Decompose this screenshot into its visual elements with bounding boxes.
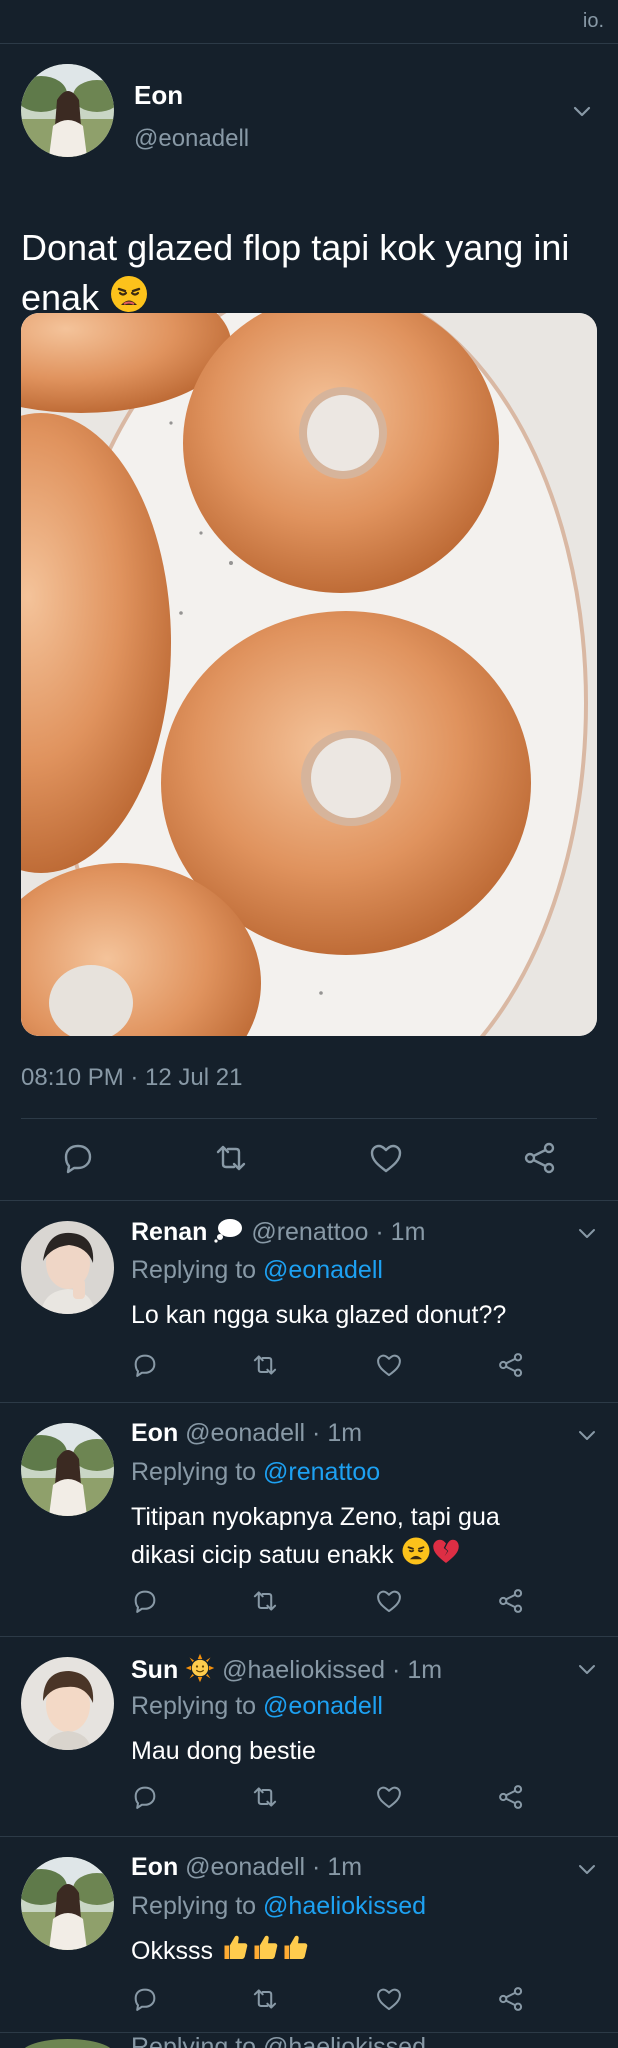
replying-to-line: Replying to @eonadell bbox=[131, 1256, 383, 1285]
reply-icon[interactable] bbox=[131, 1351, 159, 1379]
author-handle[interactable]: @eonadell bbox=[134, 125, 249, 153]
reply-avatar[interactable] bbox=[21, 1423, 114, 1516]
reply-actions bbox=[131, 1587, 597, 1621]
main-tweet-header: Eon @eonadell bbox=[21, 44, 597, 194]
reply-avatar bbox=[21, 2039, 114, 2048]
reply-text: Titipan nyokapnya Zeno, tapi gua dikasi … bbox=[131, 1498, 571, 1577]
main-tweet: Eon @eonadell Donat glazed flop tapi kok… bbox=[0, 44, 618, 318]
reply-author-handle[interactable]: @eonadell bbox=[185, 1419, 305, 1447]
next-reply-peek-text: Replying to @haeliokissed bbox=[131, 2033, 426, 2048]
reply-options-chevron-down-icon[interactable] bbox=[577, 1425, 597, 1445]
replying-to-prefix: Replying to bbox=[131, 1458, 264, 1486]
replying-to-line: Replying to @haeliokissed bbox=[131, 1892, 426, 1921]
glazed-donuts-image bbox=[21, 313, 597, 1036]
share-icon[interactable] bbox=[497, 1351, 525, 1379]
reply-text: Okksss bbox=[131, 1932, 571, 1973]
like-heart-icon[interactable] bbox=[375, 1985, 403, 2013]
reply-author-name[interactable]: Renan bbox=[131, 1218, 207, 1246]
tweet-photo[interactable] bbox=[21, 313, 597, 1036]
share-icon[interactable] bbox=[522, 1140, 558, 1176]
retweet-icon[interactable] bbox=[251, 1985, 279, 2013]
reply-tweet[interactable]: Eon @eonadell · 1m Replying to @haelioki… bbox=[0, 1836, 618, 2032]
like-heart-icon[interactable] bbox=[368, 1140, 404, 1176]
reply-icon[interactable] bbox=[131, 1783, 159, 1811]
reply-time: · 1m bbox=[312, 1419, 363, 1447]
reply-icon[interactable] bbox=[60, 1140, 96, 1176]
reply-tweet[interactable]: Sun @haeliokissed · 1m Replying to @eona… bbox=[0, 1636, 618, 1836]
share-icon[interactable] bbox=[497, 1587, 525, 1615]
reply-tweet[interactable]: Eon @eonadell · 1m Replying to @renattoo… bbox=[0, 1402, 618, 1636]
reply-text-line: Titipan nyokapnya Zeno, tapi gua bbox=[131, 1503, 500, 1531]
reply-actions bbox=[131, 1783, 597, 1817]
reply-author-name[interactable]: Sun bbox=[131, 1656, 178, 1684]
like-heart-icon[interactable] bbox=[375, 1587, 403, 1615]
author-avatar[interactable] bbox=[21, 64, 114, 157]
retweet-icon[interactable] bbox=[251, 1587, 279, 1615]
replying-to-prefix: Replying to bbox=[131, 1256, 264, 1284]
reply-text: Lo kan ngga suka glazed donut?? bbox=[131, 1301, 507, 1329]
reply-options-chevron-down-icon[interactable] bbox=[577, 1659, 597, 1679]
reply-icon[interactable] bbox=[131, 1587, 159, 1615]
thumbs-up-emoji-icon bbox=[220, 1932, 250, 1973]
reply-time: · 1m bbox=[312, 1853, 363, 1881]
replying-to-mention[interactable]: @renattoo bbox=[263, 1458, 380, 1486]
reply-time: · 1m bbox=[392, 1656, 443, 1685]
retweet-icon[interactable] bbox=[213, 1140, 249, 1176]
main-tweet-actions bbox=[0, 1122, 618, 1196]
thumbs-up-emoji-icon bbox=[280, 1932, 310, 1973]
divider bbox=[21, 1118, 597, 1119]
reply-author-handle[interactable]: @haeliokissed bbox=[222, 1656, 385, 1684]
author-name[interactable]: Eon bbox=[134, 80, 249, 111]
share-icon[interactable] bbox=[497, 1783, 525, 1811]
reply-header: Sun @haeliokissed · 1m bbox=[131, 1653, 442, 1690]
reply-author-name[interactable]: Eon bbox=[131, 1853, 178, 1881]
reply-author-handle[interactable]: @eonadell bbox=[185, 1853, 305, 1881]
reply-actions bbox=[131, 1985, 597, 2019]
reply-text-content: Okksss bbox=[131, 1937, 213, 1966]
like-heart-icon[interactable] bbox=[375, 1351, 403, 1379]
replying-to-mention[interactable]: @eonadell bbox=[263, 1256, 383, 1284]
like-heart-icon[interactable] bbox=[375, 1783, 403, 1811]
reply-tweet[interactable]: Renan @renattoo · 1m Replying to @eonade… bbox=[0, 1200, 618, 1402]
reply-avatar[interactable] bbox=[21, 1221, 114, 1314]
tweet-options-chevron-down-icon[interactable] bbox=[571, 100, 593, 122]
reply-options-chevron-down-icon[interactable] bbox=[577, 1859, 597, 1879]
top-bar: io. bbox=[0, 0, 618, 44]
replying-to-mention[interactable]: @eonadell bbox=[263, 1692, 383, 1720]
broken-heart-emoji-icon bbox=[431, 1536, 461, 1577]
sun-with-face-emoji-icon bbox=[185, 1653, 215, 1690]
reply-actions bbox=[131, 1351, 597, 1385]
reply-text-line: dikasi cicip satuu enakk bbox=[131, 1541, 394, 1570]
reply-avatar[interactable] bbox=[21, 1657, 114, 1750]
tweet-text: Donat glazed flop tapi kok yang ini enak bbox=[21, 223, 591, 327]
weary-face-emoji-icon bbox=[401, 1536, 431, 1577]
reply-header: Eon @eonadell · 1m bbox=[131, 1419, 362, 1448]
share-icon[interactable] bbox=[497, 1985, 525, 2013]
reply-icon[interactable] bbox=[131, 1985, 159, 2013]
replying-to-prefix: Replying to bbox=[131, 1692, 264, 1720]
reply-text: Mau dong bestie bbox=[131, 1737, 316, 1765]
thought-balloon-emoji-icon bbox=[214, 1217, 244, 1250]
retweet-icon[interactable] bbox=[251, 1783, 279, 1811]
retweet-icon[interactable] bbox=[251, 1351, 279, 1379]
replying-to-prefix: Replying to bbox=[131, 1892, 264, 1920]
replying-to-line: Replying to @eonadell bbox=[131, 1692, 383, 1721]
top-bar-text: io. bbox=[582, 10, 604, 32]
reply-time: · 1m bbox=[375, 1218, 426, 1247]
reply-author-name[interactable]: Eon bbox=[131, 1419, 178, 1447]
reply-header: Renan @renattoo · 1m bbox=[131, 1217, 425, 1250]
replying-to-mention[interactable]: @haeliokissed bbox=[263, 1892, 426, 1920]
thumbs-up-emoji-icon bbox=[250, 1932, 280, 1973]
reply-options-chevron-down-icon[interactable] bbox=[577, 1223, 597, 1243]
reply-author-handle[interactable]: @renattoo bbox=[251, 1218, 368, 1246]
tweet-timestamp[interactable]: 08:10 PM · 12 Jul 21 bbox=[21, 1064, 242, 1092]
next-reply-peek: Replying to @haeliokissed bbox=[0, 2032, 618, 2048]
reply-header: Eon @eonadell · 1m bbox=[131, 1853, 362, 1882]
reply-avatar[interactable] bbox=[21, 1857, 114, 1950]
tweet-text-content: Donat glazed flop tapi kok yang ini enak bbox=[21, 227, 570, 318]
replying-to-line: Replying to @renattoo bbox=[131, 1458, 380, 1487]
